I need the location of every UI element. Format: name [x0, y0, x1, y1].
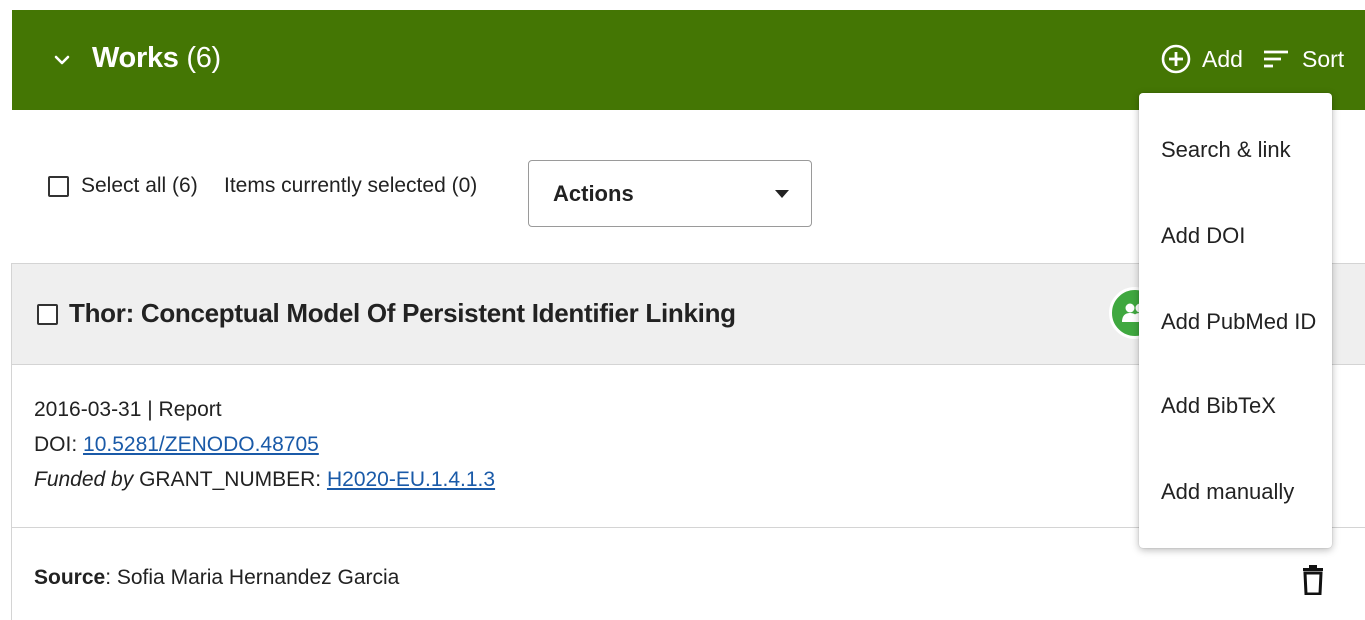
funded-by-label: Funded by — [34, 468, 134, 491]
plus-circle-icon — [1161, 44, 1191, 74]
select-all-label: Select all (6) — [81, 174, 198, 197]
doi-label: DOI: — [34, 433, 78, 456]
add-button[interactable]: Add — [1160, 42, 1243, 76]
doi-link[interactable]: 10.5281/ZENODO.48705 — [83, 433, 319, 456]
add-button-label: Add — [1202, 45, 1243, 72]
work-source: Source: Sofia Maria Hernandez Garcia — [34, 566, 399, 590]
work-title: Thor: Conceptual Model Of Persistent Ide… — [69, 298, 736, 328]
work-select-checkbox[interactable] — [37, 304, 58, 325]
select-all-checkbox[interactable]: Select all (6) — [48, 174, 198, 198]
add-menu: Search & link Add DOI Add PubMed ID Add … — [1139, 93, 1332, 548]
section-title: Works (6) — [92, 42, 221, 75]
chevron-down-icon — [54, 55, 70, 65]
caret-down-icon — [775, 190, 789, 198]
sort-button[interactable]: Sort — [1262, 42, 1344, 76]
trash-icon[interactable] — [1302, 565, 1324, 595]
select-all-box[interactable] — [48, 175, 69, 197]
work-funding-line: Funded by GRANT_NUMBER: H2020-EU.1.4.1.3 — [34, 468, 495, 492]
section-count: (6) — [186, 42, 221, 74]
menu-item-search-link[interactable]: Search & link — [1161, 137, 1291, 163]
grant-label: GRANT_NUMBER: — [139, 468, 322, 491]
works-page: Works (6) Add Sort Select all (6) Items … — [0, 0, 1365, 620]
sort-button-label: Sort — [1302, 45, 1345, 72]
menu-item-add-manually[interactable]: Add manually — [1161, 479, 1294, 505]
collapse-toggle[interactable] — [52, 50, 72, 70]
actions-dropdown[interactable]: Actions — [528, 160, 812, 227]
menu-item-add-pubmed[interactable]: Add PubMed ID — [1161, 309, 1316, 335]
sort-lines-icon — [1264, 50, 1288, 68]
menu-item-add-bibtex[interactable]: Add BibTeX — [1161, 393, 1276, 419]
work-date-type: 2016-03-31 | Report — [34, 398, 222, 421]
grant-link[interactable]: H2020-EU.1.4.1.3 — [327, 468, 495, 491]
source-value: : Sofia Maria Hernandez Garcia — [105, 566, 400, 589]
selected-count-text: Items currently selected (0) — [224, 174, 478, 197]
source-label: Source — [34, 566, 106, 589]
section-title-text: Works — [92, 42, 179, 74]
actions-dropdown-label: Actions — [553, 180, 634, 206]
work-doi-line: DOI: 10.5281/ZENODO.48705 — [34, 433, 319, 457]
menu-item-add-doi[interactable]: Add DOI — [1161, 223, 1245, 249]
